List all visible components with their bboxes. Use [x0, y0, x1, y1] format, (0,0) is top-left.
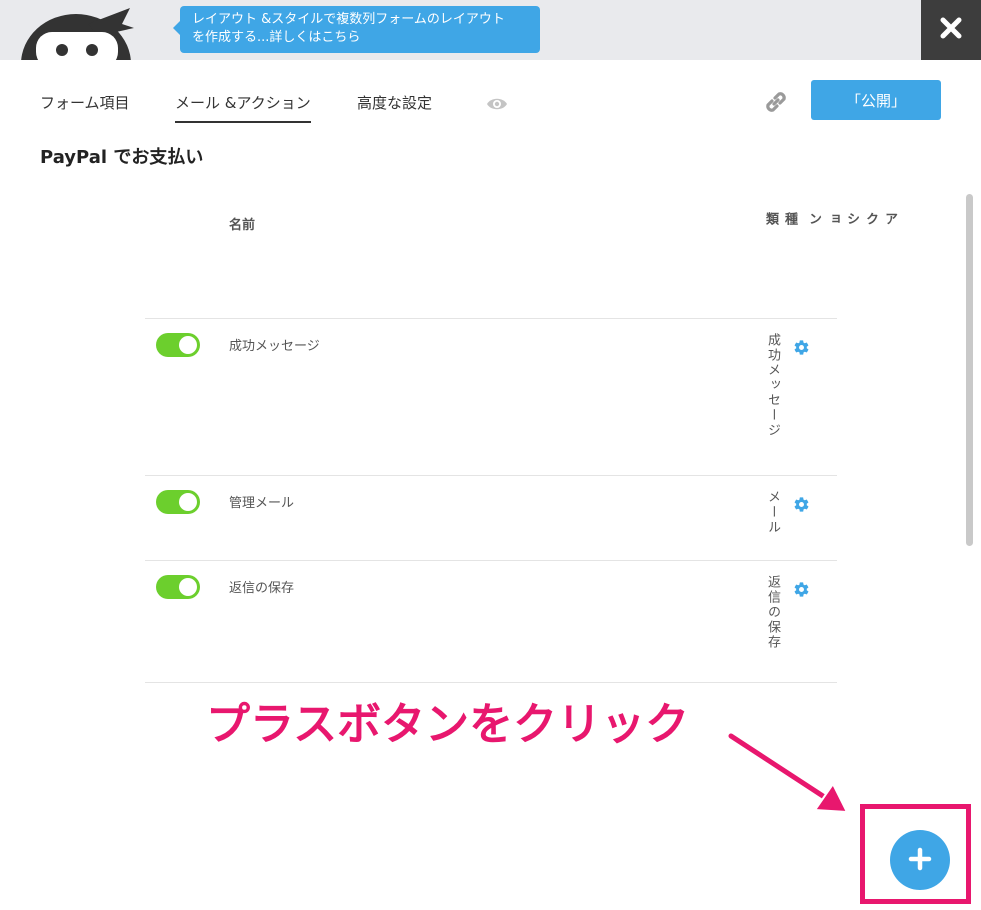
row-type: メール [765, 490, 780, 535]
close-button[interactable] [921, 0, 981, 60]
eye-icon[interactable] [486, 96, 508, 116]
row-name: 管理メール [229, 496, 295, 511]
column-header-name: 名前 [229, 218, 256, 233]
table-bottom-border [145, 682, 837, 683]
tip-line-2: を作成する...詳しくはこちら [192, 30, 361, 45]
row-type: 成功メッセージ [765, 333, 780, 438]
close-icon [939, 16, 963, 44]
table-row: 返信の保存 返信の保存 [145, 560, 837, 682]
plus-icon [908, 847, 932, 874]
annotation-arrow [726, 731, 849, 814]
gear-icon[interactable] [793, 581, 810, 602]
tab-form-fields[interactable]: フォーム項目 [40, 92, 130, 121]
link-icon[interactable] [762, 88, 790, 120]
tip-line-1: レイアウト &スタイルで複数列フォームのレイアウト [192, 12, 505, 27]
ninja-logo [18, 2, 136, 60]
row-toggle[interactable] [156, 490, 200, 514]
column-header-action: アクション [806, 212, 897, 227]
page-title: PayPal でお支払い [40, 147, 204, 168]
publish-button[interactable]: 「公開」 [811, 80, 941, 120]
table-row: 成功メッセージ 成功メッセージ [145, 318, 837, 475]
row-name: 成功メッセージ [229, 339, 320, 354]
tab-advanced-settings[interactable]: 高度な設定 [357, 92, 432, 121]
add-action-button[interactable] [890, 830, 950, 890]
top-bar: レイアウト &スタイルで複数列フォームのレイアウト を作成する...詳しくはこち… [0, 0, 981, 60]
row-name: 返信の保存 [229, 581, 295, 596]
annotation-text: プラスボタンをクリック [206, 699, 690, 750]
table-row: 管理メール メール [145, 475, 837, 560]
row-toggle[interactable] [156, 575, 200, 599]
gear-icon[interactable] [793, 339, 810, 360]
scrollbar[interactable] [966, 194, 973, 546]
row-type: 返信の保存 [765, 575, 780, 650]
layout-tip[interactable]: レイアウト &スタイルで複数列フォームのレイアウト を作成する...詳しくはこち… [173, 6, 540, 53]
row-toggle[interactable] [156, 333, 200, 357]
gear-icon[interactable] [793, 496, 810, 517]
column-header-type: 種類 [763, 212, 797, 227]
tab-emails-actions[interactable]: メール &アクション [175, 92, 311, 123]
